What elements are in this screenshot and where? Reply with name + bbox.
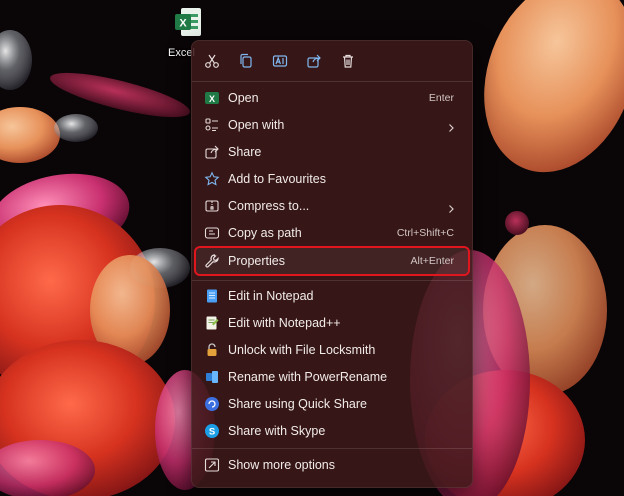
zip-icon [204, 198, 220, 214]
quick-share-icon [204, 396, 220, 412]
share-icon [204, 144, 220, 160]
chevron-right-icon [446, 201, 456, 213]
menu-separator [192, 81, 472, 82]
powerrename-icon [204, 369, 220, 385]
menu-item-add-to-favourites[interactable]: Add to Favourites [196, 166, 468, 192]
menu-item-rename-powerrename[interactable]: Rename with PowerRename [196, 364, 468, 390]
excel-icon: X [204, 90, 220, 106]
menu-item-unlock-file-locksmith[interactable]: Unlock with File Locksmith [196, 337, 468, 363]
trash-icon [343, 54, 353, 68]
menu-separator [192, 448, 472, 449]
copy-icon [240, 53, 252, 68]
menu-item-quick-share[interactable]: Share using Quick Share [196, 391, 468, 417]
open-with-icon [204, 117, 220, 133]
share-icon [307, 54, 321, 68]
rename-icon [272, 55, 288, 67]
svg-text:S: S [209, 427, 215, 438]
svg-text:X: X [209, 94, 215, 104]
excel-file-icon: X [175, 6, 203, 40]
quick-actions-bar [192, 41, 472, 81]
context-menu: X Open Enter Open with Share Add to Favo… [191, 40, 473, 488]
menu-separator [192, 280, 472, 281]
shortcut-label: Enter [428, 92, 454, 104]
scissors-icon [205, 54, 219, 68]
delete-button[interactable] [336, 50, 360, 72]
notepadpp-icon [204, 315, 220, 331]
rename-button[interactable] [268, 50, 292, 72]
chevron-right-icon [446, 120, 456, 132]
notepad-icon [204, 288, 220, 304]
shortcut-label: Alt+Enter [410, 255, 454, 267]
menu-item-copy-as-path[interactable]: Copy as path Ctrl+Shift+C [196, 220, 468, 246]
menu-item-open-with[interactable]: Open with [196, 112, 468, 138]
show-more-icon [204, 457, 220, 473]
star-icon [204, 171, 220, 187]
menu-item-compress-to[interactable]: Compress to... [196, 193, 468, 219]
skype-icon: S [204, 423, 220, 439]
wrench-icon [204, 253, 220, 269]
menu-item-properties[interactable]: Properties Alt+Enter [194, 246, 470, 276]
copy-button[interactable] [234, 50, 258, 72]
menu-item-open[interactable]: X Open Enter [196, 85, 468, 111]
lock-icon [204, 342, 220, 358]
menu-item-show-more-options[interactable]: Show more options [196, 452, 468, 478]
menu-item-edit-with-notepadpp[interactable]: Edit with Notepad++ [196, 310, 468, 336]
shortcut-label: Ctrl+Shift+C [396, 227, 454, 239]
cut-button[interactable] [200, 50, 224, 72]
menu-item-share[interactable]: Share [196, 139, 468, 165]
menu-item-share-with-skype[interactable]: S Share with Skype [196, 418, 468, 444]
svg-text:X: X [179, 18, 187, 30]
menu-item-edit-in-notepad[interactable]: Edit in Notepad [196, 283, 468, 309]
path-icon [204, 225, 220, 241]
share-button[interactable] [302, 50, 326, 72]
